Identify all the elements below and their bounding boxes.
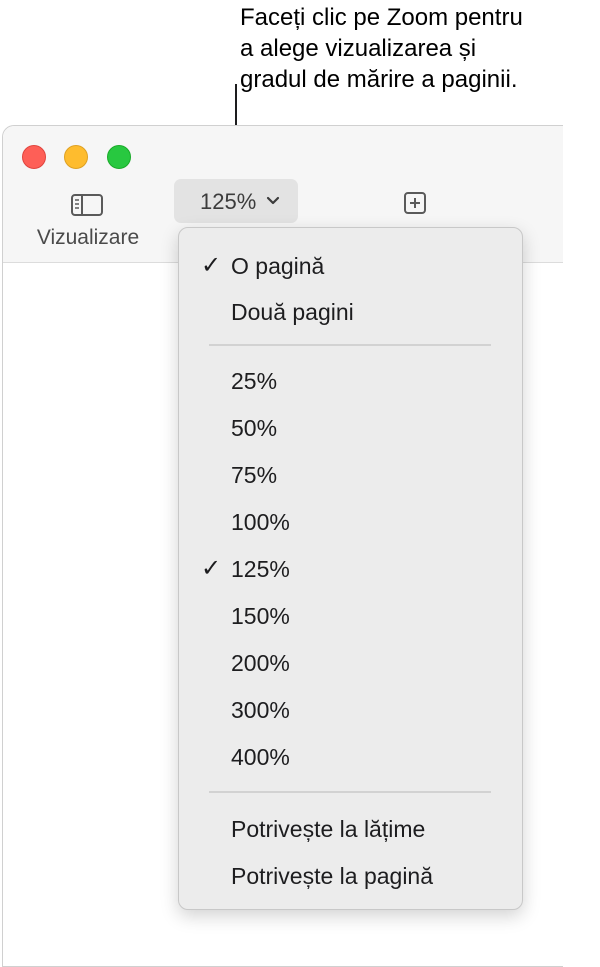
plus-square-icon[interactable] bbox=[403, 191, 427, 215]
menu-item-label: O pagină bbox=[231, 253, 325, 279]
menu-item-zoom-150[interactable]: 150% bbox=[179, 594, 522, 638]
menu-item-label: 400% bbox=[231, 744, 290, 770]
menu-item-zoom-50[interactable]: 50% bbox=[179, 406, 522, 450]
menu-item-label: 75% bbox=[231, 462, 278, 488]
view-button-label: Vizualizare bbox=[36, 226, 140, 249]
menu-item-label: 100% bbox=[231, 509, 290, 535]
minimize-window-button[interactable] bbox=[64, 145, 88, 169]
menu-item-label: 200% bbox=[231, 650, 290, 676]
menu-separator bbox=[209, 791, 491, 793]
zoom-value: 125% bbox=[200, 189, 257, 214]
callout-line-3: gradul de mărire a paginii. bbox=[240, 66, 518, 93]
menu-item-zoom-200[interactable]: 200% bbox=[179, 641, 522, 685]
menu-item-fit-width[interactable]: Potrivește la lățime bbox=[179, 807, 522, 851]
fullscreen-window-button[interactable] bbox=[107, 145, 131, 169]
menu-item-label: Două pagini bbox=[231, 299, 354, 325]
checkmark-icon: ✓ bbox=[201, 555, 222, 582]
menu-item-label: 50% bbox=[231, 415, 278, 441]
zoom-popup-button[interactable]: 125% bbox=[174, 179, 298, 223]
menu-item-label: Potrivește la pagină bbox=[231, 863, 434, 889]
menu-item-two-pages[interactable]: Două pagini bbox=[179, 290, 522, 334]
menu-item-zoom-25[interactable]: 25% bbox=[179, 359, 522, 403]
menu-item-zoom-100[interactable]: 100% bbox=[179, 500, 522, 544]
menu-item-zoom-125[interactable]: ✓ 125% bbox=[179, 547, 522, 591]
chevron-down-icon bbox=[266, 196, 280, 205]
view-button[interactable]: Vizualizare bbox=[23, 186, 153, 256]
callout-line-1: Faceți clic pe Zoom pentru bbox=[240, 4, 523, 31]
callout-text: Faceți clic pe Zoom pentru a alege vizua… bbox=[240, 2, 600, 95]
zoom-menu: ✓ O pagină Două pagini 25% 50% 75% 100% … bbox=[178, 227, 523, 910]
callout-line-2: a alege vizualizarea și bbox=[240, 35, 477, 62]
menu-separator bbox=[209, 344, 491, 346]
menu-item-zoom-400[interactable]: 400% bbox=[179, 735, 522, 779]
menu-item-zoom-75[interactable]: 75% bbox=[179, 453, 522, 497]
menu-item-fit-page[interactable]: Potrivește la pagină bbox=[179, 854, 522, 898]
menu-item-one-page[interactable]: ✓ O pagină bbox=[179, 244, 522, 288]
menu-item-label: 300% bbox=[231, 697, 290, 723]
menu-item-label: Potrivește la lățime bbox=[231, 816, 426, 842]
close-window-button[interactable] bbox=[22, 145, 46, 169]
menu-item-label: 150% bbox=[231, 603, 290, 629]
checkmark-icon: ✓ bbox=[201, 252, 222, 279]
menu-item-label: 125% bbox=[231, 556, 290, 582]
menu-item-label: 25% bbox=[231, 368, 278, 394]
sidebar-icon bbox=[71, 194, 103, 216]
menu-item-zoom-300[interactable]: 300% bbox=[179, 688, 522, 732]
